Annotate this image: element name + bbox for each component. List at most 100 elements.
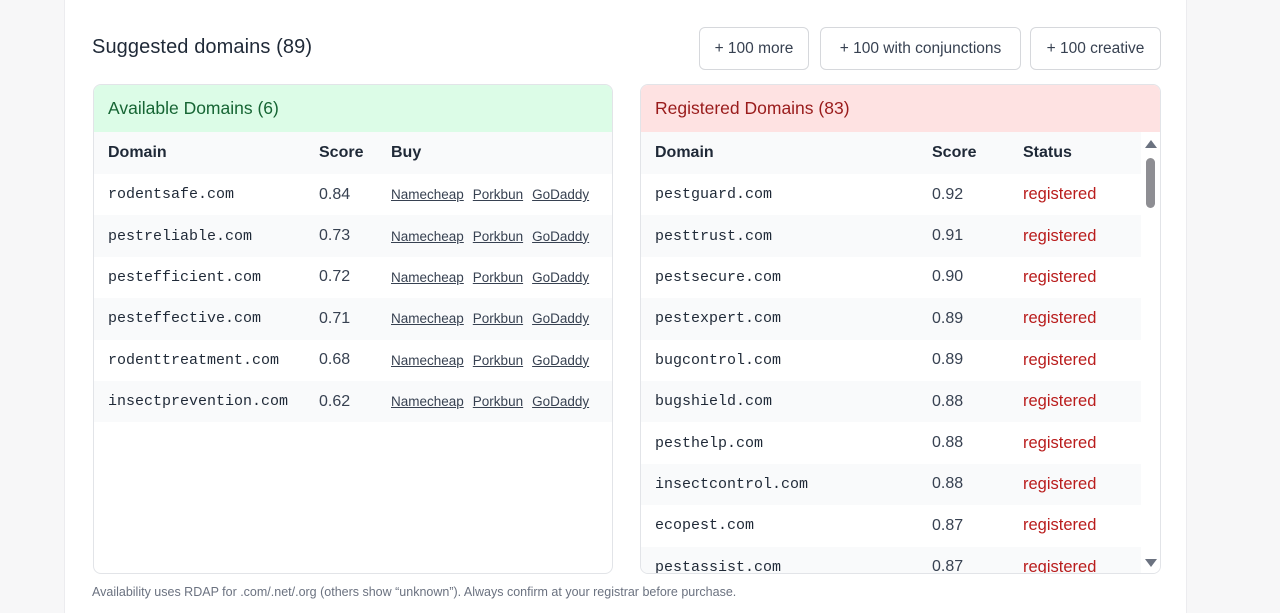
status-badge: registered: [1023, 226, 1097, 245]
domain-score: 0.87: [932, 516, 964, 534]
registered-table-body: pestguard.com 0.92 registered pesttrust.com…: [641, 174, 1160, 573]
table-row: pesttrust.com 0.91 registered: [641, 215, 1141, 257]
status-badge: registered: [1023, 392, 1097, 411]
buy-link-godaddy[interactable]: GoDaddy: [532, 270, 589, 285]
domain-name: bugshield.com: [655, 393, 773, 411]
status-badge: registered: [1023, 433, 1097, 452]
domain-name: pestguard.com: [655, 186, 773, 204]
buy-link-namecheap[interactable]: Namecheap: [391, 394, 464, 409]
buy-link-godaddy[interactable]: GoDaddy: [532, 229, 589, 244]
buy-link-namecheap[interactable]: Namecheap: [391, 353, 464, 368]
registered-table-scroll-area[interactable]: Domain Score Status pestguard.com 0.92 reg…: [641, 132, 1160, 573]
status-badge: registered: [1023, 474, 1097, 493]
buy-link-godaddy[interactable]: GoDaddy: [532, 394, 589, 409]
buy-links: Namecheap Porkbun GoDaddy: [391, 393, 598, 410]
registered-table-header: Domain Score Status: [641, 132, 1141, 174]
buy-link-porkbun[interactable]: Porkbun: [473, 311, 523, 326]
column-header-status: Status: [1023, 144, 1072, 161]
domain-score: 0.72: [319, 268, 351, 286]
buy-link-godaddy[interactable]: GoDaddy: [532, 311, 589, 326]
domain-score: 0.89: [932, 309, 964, 327]
table-row: rodenttreatment.com 0.68 Namecheap Porkbun G…: [94, 340, 612, 381]
table-row: pestreliable.com 0.73 Namecheap Porkbun GoDa…: [94, 215, 612, 257]
buy-link-namecheap[interactable]: Namecheap: [391, 229, 464, 244]
domain-name: ecopest.com: [655, 517, 755, 535]
domain-score: 0.68: [319, 351, 351, 369]
domain-name: insectcontrol.com: [655, 475, 809, 493]
table-row: pestassist.com 0.87 registered: [641, 546, 1141, 573]
domain-score: 0.92: [932, 185, 964, 203]
domain-name: pestexpert.com: [655, 310, 782, 328]
add-100-conjunctions-button[interactable]: + 100 with conjunctions: [820, 27, 1021, 70]
scrollbar-thumb[interactable]: [1146, 158, 1155, 208]
buy-link-porkbun[interactable]: Porkbun: [473, 229, 523, 244]
add-100-more-button[interactable]: + 100 more: [699, 27, 809, 70]
domain-name: pestefficient.com: [108, 268, 262, 286]
table-row: pestguard.com 0.92 registered: [641, 174, 1141, 215]
domain-name: bugcontrol.com: [655, 351, 782, 369]
table-row: bugshield.com 0.88 registered: [641, 380, 1141, 423]
buy-link-porkbun[interactable]: Porkbun: [473, 187, 523, 202]
scroll-down-arrow-icon[interactable]: [1145, 559, 1157, 567]
column-header-domain: Domain: [655, 144, 714, 161]
domain-name: pestsecure.com: [655, 268, 782, 286]
column-header-buy: Buy: [391, 144, 422, 161]
table-row: ecopest.com 0.87 registered: [641, 505, 1141, 546]
buy-link-porkbun[interactable]: Porkbun: [473, 394, 523, 409]
buy-links: Namecheap Porkbun GoDaddy: [391, 186, 598, 203]
domain-score: 0.88: [932, 392, 964, 410]
column-header-score: Score: [319, 144, 364, 161]
table-row: pesteffective.com 0.71 Namecheap Porkbun GoD…: [94, 298, 612, 340]
buy-links: Namecheap Porkbun GoDaddy: [391, 310, 598, 327]
status-badge: registered: [1023, 185, 1097, 204]
domain-name: pesttrust.com: [655, 227, 773, 245]
table-row: pesthelp.com 0.88 registered: [641, 422, 1141, 463]
registered-scrollbar[interactable]: [1141, 132, 1160, 573]
table-row: pestexpert.com 0.89 registered: [641, 298, 1141, 340]
availability-footnote: Availability uses RDAP for .com/.net/.or…: [92, 585, 737, 599]
buy-link-porkbun[interactable]: Porkbun: [473, 353, 523, 368]
available-domains-panel: Available Domains (6) Domain Score Buy r…: [93, 84, 613, 574]
buy-link-godaddy[interactable]: GoDaddy: [532, 353, 589, 368]
add-100-creative-button[interactable]: + 100 creative: [1030, 27, 1161, 70]
suggestions-card: Suggested domains (89) + 100 more + 100 …: [64, 0, 1187, 613]
scroll-up-arrow-icon[interactable]: [1145, 140, 1157, 148]
available-table-body: rodentsafe.com 0.84 Namecheap Porkbun GoDadd…: [94, 174, 612, 423]
buy-links: Namecheap Porkbun GoDaddy: [391, 228, 598, 245]
domain-score: 0.71: [319, 309, 351, 327]
status-badge: registered: [1023, 557, 1097, 573]
domain-score: 0.84: [319, 185, 351, 203]
domain-score: 0.90: [932, 268, 964, 286]
available-table-header: Domain Score Buy: [94, 132, 612, 174]
domain-name: pestassist.com: [655, 558, 782, 573]
domain-score: 0.91: [932, 227, 964, 245]
status-badge: registered: [1023, 350, 1097, 369]
status-badge: registered: [1023, 516, 1097, 535]
table-row: rodentsafe.com 0.84 Namecheap Porkbun GoDadd…: [94, 174, 612, 215]
buy-links: Namecheap Porkbun GoDaddy: [391, 352, 598, 369]
buy-link-godaddy[interactable]: GoDaddy: [532, 187, 589, 202]
domain-name: pesteffective.com: [108, 310, 262, 328]
domain-score: 0.73: [319, 227, 351, 245]
status-badge: registered: [1023, 309, 1097, 328]
registered-domains-panel: Registered Domains (83) Domain Score Sta…: [640, 84, 1161, 574]
domain-name: rodentsafe.com: [108, 186, 235, 204]
buy-links: Namecheap Porkbun GoDaddy: [391, 269, 598, 286]
buy-link-namecheap[interactable]: Namecheap: [391, 187, 464, 202]
domain-name: rodenttreatment.com: [108, 351, 280, 369]
table-row: pestefficient.com 0.72 Namecheap Porkbun GoD…: [94, 257, 612, 298]
table-row: insectprevention.com 0.62 Namecheap Porkbun…: [94, 380, 612, 423]
domain-name: pesthelp.com: [655, 434, 764, 452]
buy-link-namecheap[interactable]: Namecheap: [391, 270, 464, 285]
domain-score: 0.88: [932, 434, 964, 452]
buy-link-namecheap[interactable]: Namecheap: [391, 311, 464, 326]
table-row: bugcontrol.com 0.89 registered: [641, 340, 1141, 381]
buy-link-porkbun[interactable]: Porkbun: [473, 270, 523, 285]
registered-domains-heading: Registered Domains (83): [641, 85, 1160, 132]
column-header-score: Score: [932, 144, 977, 161]
domain-name: insectprevention.com: [108, 393, 289, 411]
domain-score: 0.62: [319, 392, 351, 410]
domain-score: 0.88: [932, 475, 964, 493]
table-row: insectcontrol.com 0.88 registered: [641, 463, 1141, 506]
table-row: pestsecure.com 0.90 registered: [641, 257, 1141, 298]
